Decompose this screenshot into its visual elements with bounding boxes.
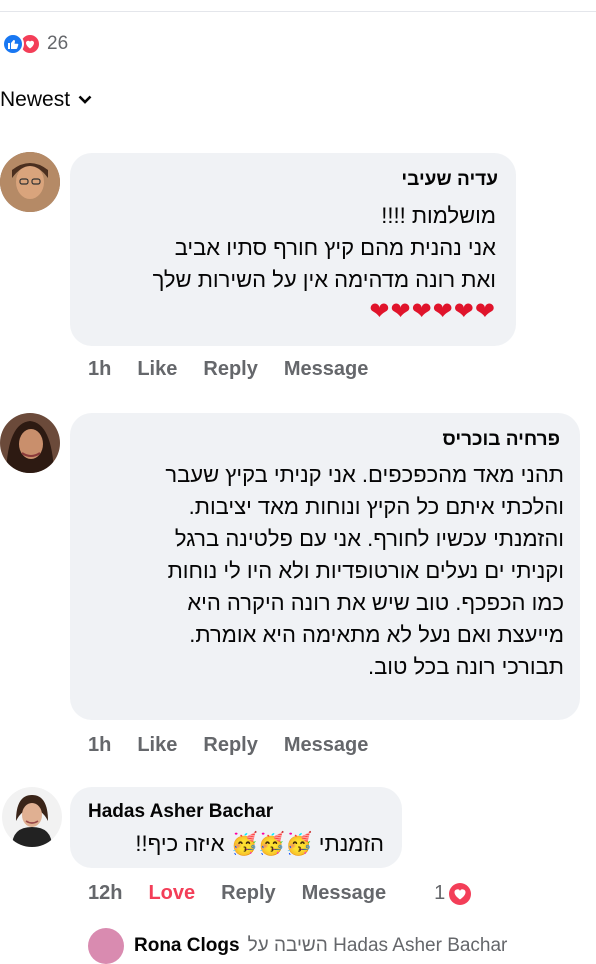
like-button[interactable]: Like (137, 734, 177, 757)
comment-actions: 1h Like Reply Message (88, 734, 394, 757)
reply-button[interactable]: Reply (221, 882, 275, 905)
comment-line: והלכתי איתם כל הקיץ ונוחות מאד יציבות. (188, 494, 564, 519)
comment-line: מייעצת ואם נעל לא מתאימה היא אומרת. (189, 622, 564, 647)
reaction-number: 1 (434, 882, 446, 904)
avatar (88, 928, 124, 964)
reply-preview[interactable]: Rona Clogs השיבה על Hadas Asher Bachar (88, 928, 507, 964)
comment-author[interactable]: עדיה שעיבי (401, 169, 498, 191)
comment-text: מושלמות !!!! אני נהנית מהם קיץ חורף סתיו… (153, 200, 496, 328)
comment-bubble: Hadas Asher Bachar הזמנתי 🥳🥳🥳 איזה כיף!! (70, 787, 402, 868)
avatar[interactable] (0, 413, 60, 473)
comment-actions: 12h Love Reply Message 1 (88, 882, 472, 905)
comment-line: ואת רונה מדהימה אין על השירות שלך (152, 267, 496, 292)
reactions-summary[interactable]: 26 (2, 30, 68, 58)
comment-line: והזמנתי עכשיו לחורף. אני עם פלטינה ברגל (174, 526, 564, 551)
reply-button[interactable]: Reply (203, 358, 257, 381)
heart-emojis: ❤❤❤❤❤❤ (369, 298, 496, 325)
comment-reaction-count[interactable]: 1 (434, 882, 472, 905)
comment-actions: 1h Like Reply Message (88, 358, 394, 381)
comment-author[interactable]: פרחיה בוכריס (442, 429, 560, 451)
comment-time[interactable]: 1h (88, 734, 111, 757)
comment-line: תבורכי רונה בכל טוב. (367, 654, 564, 679)
comment-line: מושלמות !!!! (381, 203, 496, 228)
like-button[interactable]: Like (137, 358, 177, 381)
comment-text: הזמנתי 🥳🥳🥳 איזה כיף!! (135, 831, 384, 856)
comment-line: כמו הכפכף. טוב שיש את רונה היקרה היא (187, 590, 564, 615)
comment-time[interactable]: 12h (88, 882, 122, 905)
sort-dropdown[interactable]: Newest (0, 88, 92, 112)
comment-line: אני נהנית מהם קיץ חורף סתיו אביב (174, 235, 496, 260)
comment-line: תהני מאד מהכפכפים. אני קניתי בקיץ שעבר (165, 462, 564, 487)
comment-bubble: עדיה שעיבי מושלמות !!!! אני נהנית מהם קי… (70, 153, 516, 346)
reply-button[interactable]: Reply (203, 734, 257, 757)
comment-author[interactable]: Hadas Asher Bachar (88, 801, 273, 823)
avatar[interactable] (2, 787, 62, 847)
comment-text: תהני מאד מהכפכפים. אני קניתי בקיץ שעבר ו… (165, 459, 564, 683)
love-reaction-icon (449, 882, 472, 905)
chevron-down-icon (78, 95, 92, 104)
sort-label: Newest (0, 88, 71, 111)
comment-time[interactable]: 1h (88, 358, 111, 381)
like-reaction-icon (2, 33, 24, 55)
reply-text: השיבה על Hadas Asher Bachar (247, 935, 508, 956)
love-button[interactable]: Love (148, 882, 195, 905)
top-divider (0, 11, 596, 12)
avatar[interactable] (0, 152, 60, 212)
message-button[interactable]: Message (284, 358, 369, 381)
comment-line: וקניתי ים נעלים אורטופדיות ולא היו לי נו… (167, 558, 564, 583)
reply-author: Rona Clogs (134, 935, 240, 956)
message-button[interactable]: Message (302, 882, 387, 905)
message-button[interactable]: Message (284, 734, 369, 757)
reaction-count: 26 (47, 33, 69, 54)
comment-bubble: פרחיה בוכריס תהני מאד מהכפכפים. אני קנית… (70, 413, 580, 720)
